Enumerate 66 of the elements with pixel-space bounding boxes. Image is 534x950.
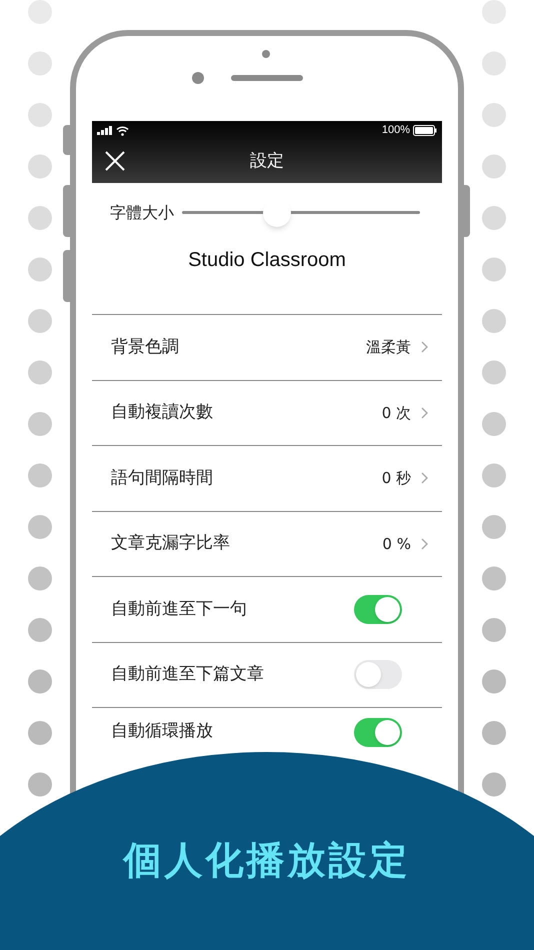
close-button[interactable]: [104, 150, 126, 172]
battery-percentage: 100%: [382, 125, 410, 136]
dot: [482, 52, 506, 76]
dot: [482, 618, 506, 642]
settings-row[interactable]: 背景色調 溫柔黃: [92, 315, 442, 380]
chevron-right-icon: [421, 538, 428, 550]
dot: [482, 103, 506, 127]
dot: [482, 360, 506, 384]
battery-icon: [413, 125, 437, 136]
settings-row[interactable]: 自動循環播放: [92, 708, 442, 752]
dot: [482, 670, 506, 694]
dot: [482, 464, 506, 488]
setting-value: 溫柔黃: [366, 337, 411, 358]
speaker-icon: [231, 75, 303, 81]
setting-label: 自動循環播放: [111, 720, 213, 744]
setting-label: 背景色調: [111, 336, 179, 358]
font-size-label: 字體大小: [110, 202, 174, 224]
toggle-switch[interactable]: [354, 660, 402, 690]
setting-value: 0 次: [382, 402, 411, 424]
dot: [28, 721, 52, 745]
dot: [28, 464, 52, 488]
setting-label: 語句間隔時間: [111, 466, 213, 490]
setting-value: 0 秒: [382, 468, 411, 489]
toggle-switch[interactable]: [354, 718, 402, 746]
setting-value: 0 %: [382, 534, 411, 554]
dot: [482, 309, 506, 333]
dot: [28, 309, 52, 333]
settings-row[interactable]: 文章克漏字比率 0 %: [92, 512, 442, 577]
dot: [28, 618, 52, 642]
setting-label: 文章克漏字比率: [111, 532, 230, 555]
setting-label: 自動前進至下篇文章: [111, 663, 264, 686]
chevron-right-icon: [421, 406, 428, 419]
settings-row[interactable]: 語句間隔時間 0 秒: [92, 446, 442, 512]
dot: [482, 772, 506, 796]
dot: [28, 670, 52, 694]
dot: [28, 360, 52, 384]
dot: [28, 206, 52, 230]
font-size-slider[interactable]: [182, 199, 420, 227]
wifi-icon: [116, 126, 129, 136]
dot: [482, 412, 506, 436]
toggle-switch[interactable]: [354, 594, 402, 624]
settings-row[interactable]: 自動複讀次數 0 次: [92, 380, 442, 446]
dot: [28, 566, 52, 590]
dot: [28, 515, 52, 539]
signal-icon: [97, 126, 113, 135]
banner-caption: 個人化播放設定: [124, 837, 410, 884]
chevron-right-icon: [421, 341, 428, 354]
dot: [28, 154, 52, 178]
settings-row[interactable]: 自動前進至下一句: [92, 577, 442, 642]
dot: [482, 154, 506, 178]
font-preview-text: Studio Classroom: [188, 248, 346, 273]
dot: [28, 412, 52, 436]
dot: [482, 206, 506, 230]
dot: [482, 721, 506, 745]
dot: [28, 772, 52, 796]
settings-row[interactable]: 自動前進至下篇文章: [92, 642, 442, 708]
screen-title: 設定: [250, 150, 284, 173]
setting-label: 自動複讀次數: [111, 401, 213, 424]
dot: [28, 52, 52, 76]
dot: [482, 515, 506, 539]
dot: [28, 103, 52, 127]
dot: [28, 258, 52, 282]
setting-label: 自動前進至下一句: [111, 598, 247, 620]
chevron-right-icon: [421, 472, 428, 484]
dot: [482, 566, 506, 590]
dot: [482, 258, 506, 282]
